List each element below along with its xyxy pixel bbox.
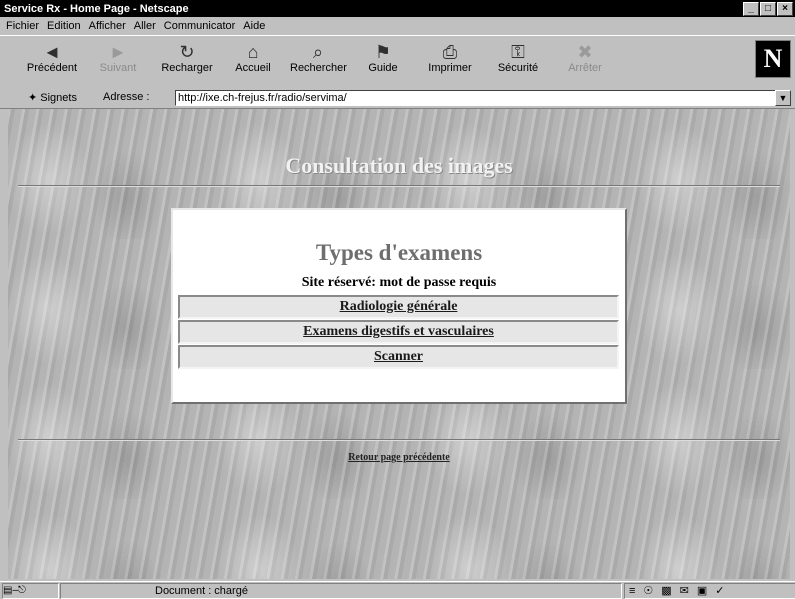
menu-aller[interactable]: Aller [134, 20, 156, 32]
window-title: Service Rx - Home Page - Netscape [4, 2, 189, 15]
close-button[interactable]: × [777, 2, 793, 16]
maximize-button[interactable]: □ [760, 2, 776, 16]
security-lock-icon: ⚿ [511, 42, 525, 62]
security-status-icon[interactable]: ▤–⎋ [2, 583, 59, 599]
bookmarks-label: Signets [40, 92, 77, 104]
back-button[interactable]: ◄ Précédent [24, 42, 80, 86]
security-button[interactable]: ⚿ Sécurité [490, 42, 546, 86]
print-button-label: Imprimer [428, 62, 472, 74]
address-input[interactable]: http://ixe.ch-frejus.fr/radio/servima/ [175, 90, 777, 106]
forward-button[interactable]: ► Suivant [90, 42, 146, 86]
window-title-bar[interactable]: Service Rx - Home Page - Netscape _ □ × [0, 0, 795, 17]
netscape-logo[interactable]: N [755, 40, 791, 78]
page-content: Consultation des images Types d'examens … [8, 109, 790, 579]
home-button-label: Accueil [235, 62, 271, 74]
address-dropdown-button[interactable]: ▼ [775, 90, 791, 106]
search-icon: ⌕ [312, 42, 324, 62]
search-button-label: Rechercher [290, 62, 347, 74]
reload-button-label: Recharger [161, 62, 213, 74]
option-link[interactable]: Radiologie générale [340, 299, 458, 314]
bookmarks-icon: ✦ [28, 92, 41, 104]
print-button[interactable]: ⎙ Imprimer [422, 42, 478, 86]
menu-fichier[interactable]: Fichier [6, 20, 39, 32]
stop-button[interactable]: ✖ Arrêter [557, 42, 613, 86]
forward-arrow-icon: ► [109, 42, 127, 62]
status-bar: ▤–⎋ Document : chargé ≡☉▩✉▣✓ [0, 581, 795, 599]
page-heading: Consultation des images [285, 153, 513, 178]
search-button[interactable]: ⌕ Rechercher [290, 42, 347, 86]
stop-icon: ✖ [577, 42, 593, 62]
panel-title: Types d'examens [315, 240, 483, 265]
guide-button[interactable]: ⚑ Guide [355, 42, 411, 86]
option-examens-digestifs[interactable]: Examens digestifs et vasculaires [178, 320, 619, 344]
address-label: Adresse : [103, 91, 150, 103]
menu-aide[interactable]: Aide [243, 20, 265, 32]
option-radiologie-generale[interactable]: Radiologie générale [178, 295, 619, 319]
back-button-label: Précédent [26, 62, 78, 74]
divider [18, 439, 780, 441]
option-link[interactable]: Scanner [374, 349, 423, 364]
password-note: Site réservé: mot de passe requis [301, 275, 497, 290]
component-bar-icons[interactable]: ≡☉▩✉▣✓ [624, 583, 795, 599]
home-icon: ⌂ [247, 42, 259, 62]
back-link[interactable]: Retour page précédente [8, 452, 790, 463]
print-icon: ⎙ [442, 42, 458, 62]
menu-communicator[interactable]: Communicator [164, 20, 236, 32]
location-bar: ✦ Signets Adresse : http://ixe.ch-frejus… [0, 88, 795, 109]
minimize-button[interactable]: _ [743, 2, 759, 16]
guide-icon: ⚑ [374, 42, 392, 62]
security-button-label: Sécurité [497, 62, 539, 74]
reload-icon: ↻ [179, 42, 195, 62]
stop-button-label: Arrêter [568, 62, 602, 74]
option-scanner[interactable]: Scanner [178, 345, 619, 369]
home-button[interactable]: ⌂ Accueil [225, 42, 281, 86]
back-arrow-icon: ◄ [43, 42, 61, 62]
menu-edition[interactable]: Edition [47, 20, 81, 32]
status-text: Document : chargé [60, 583, 622, 599]
forward-button-label: Suivant [99, 62, 137, 74]
menu-afficher[interactable]: Afficher [89, 20, 126, 32]
reload-button[interactable]: ↻ Recharger [159, 42, 215, 86]
option-link[interactable]: Examens digestifs et vasculaires [303, 324, 494, 339]
chevron-down-icon: ▼ [778, 93, 788, 103]
menu-bar: Fichier Edition Afficher Aller Communica… [0, 17, 795, 35]
bookmarks-button[interactable]: ✦ Signets [28, 91, 77, 104]
exam-types-panel: Types d'examens Site réservé: mot de pas… [171, 208, 627, 404]
divider [18, 185, 780, 187]
guide-button-label: Guide [368, 62, 398, 74]
navigation-toolbar: ◄ Précédent ► Suivant ↻ Recharger ⌂ Accu… [0, 35, 795, 89]
